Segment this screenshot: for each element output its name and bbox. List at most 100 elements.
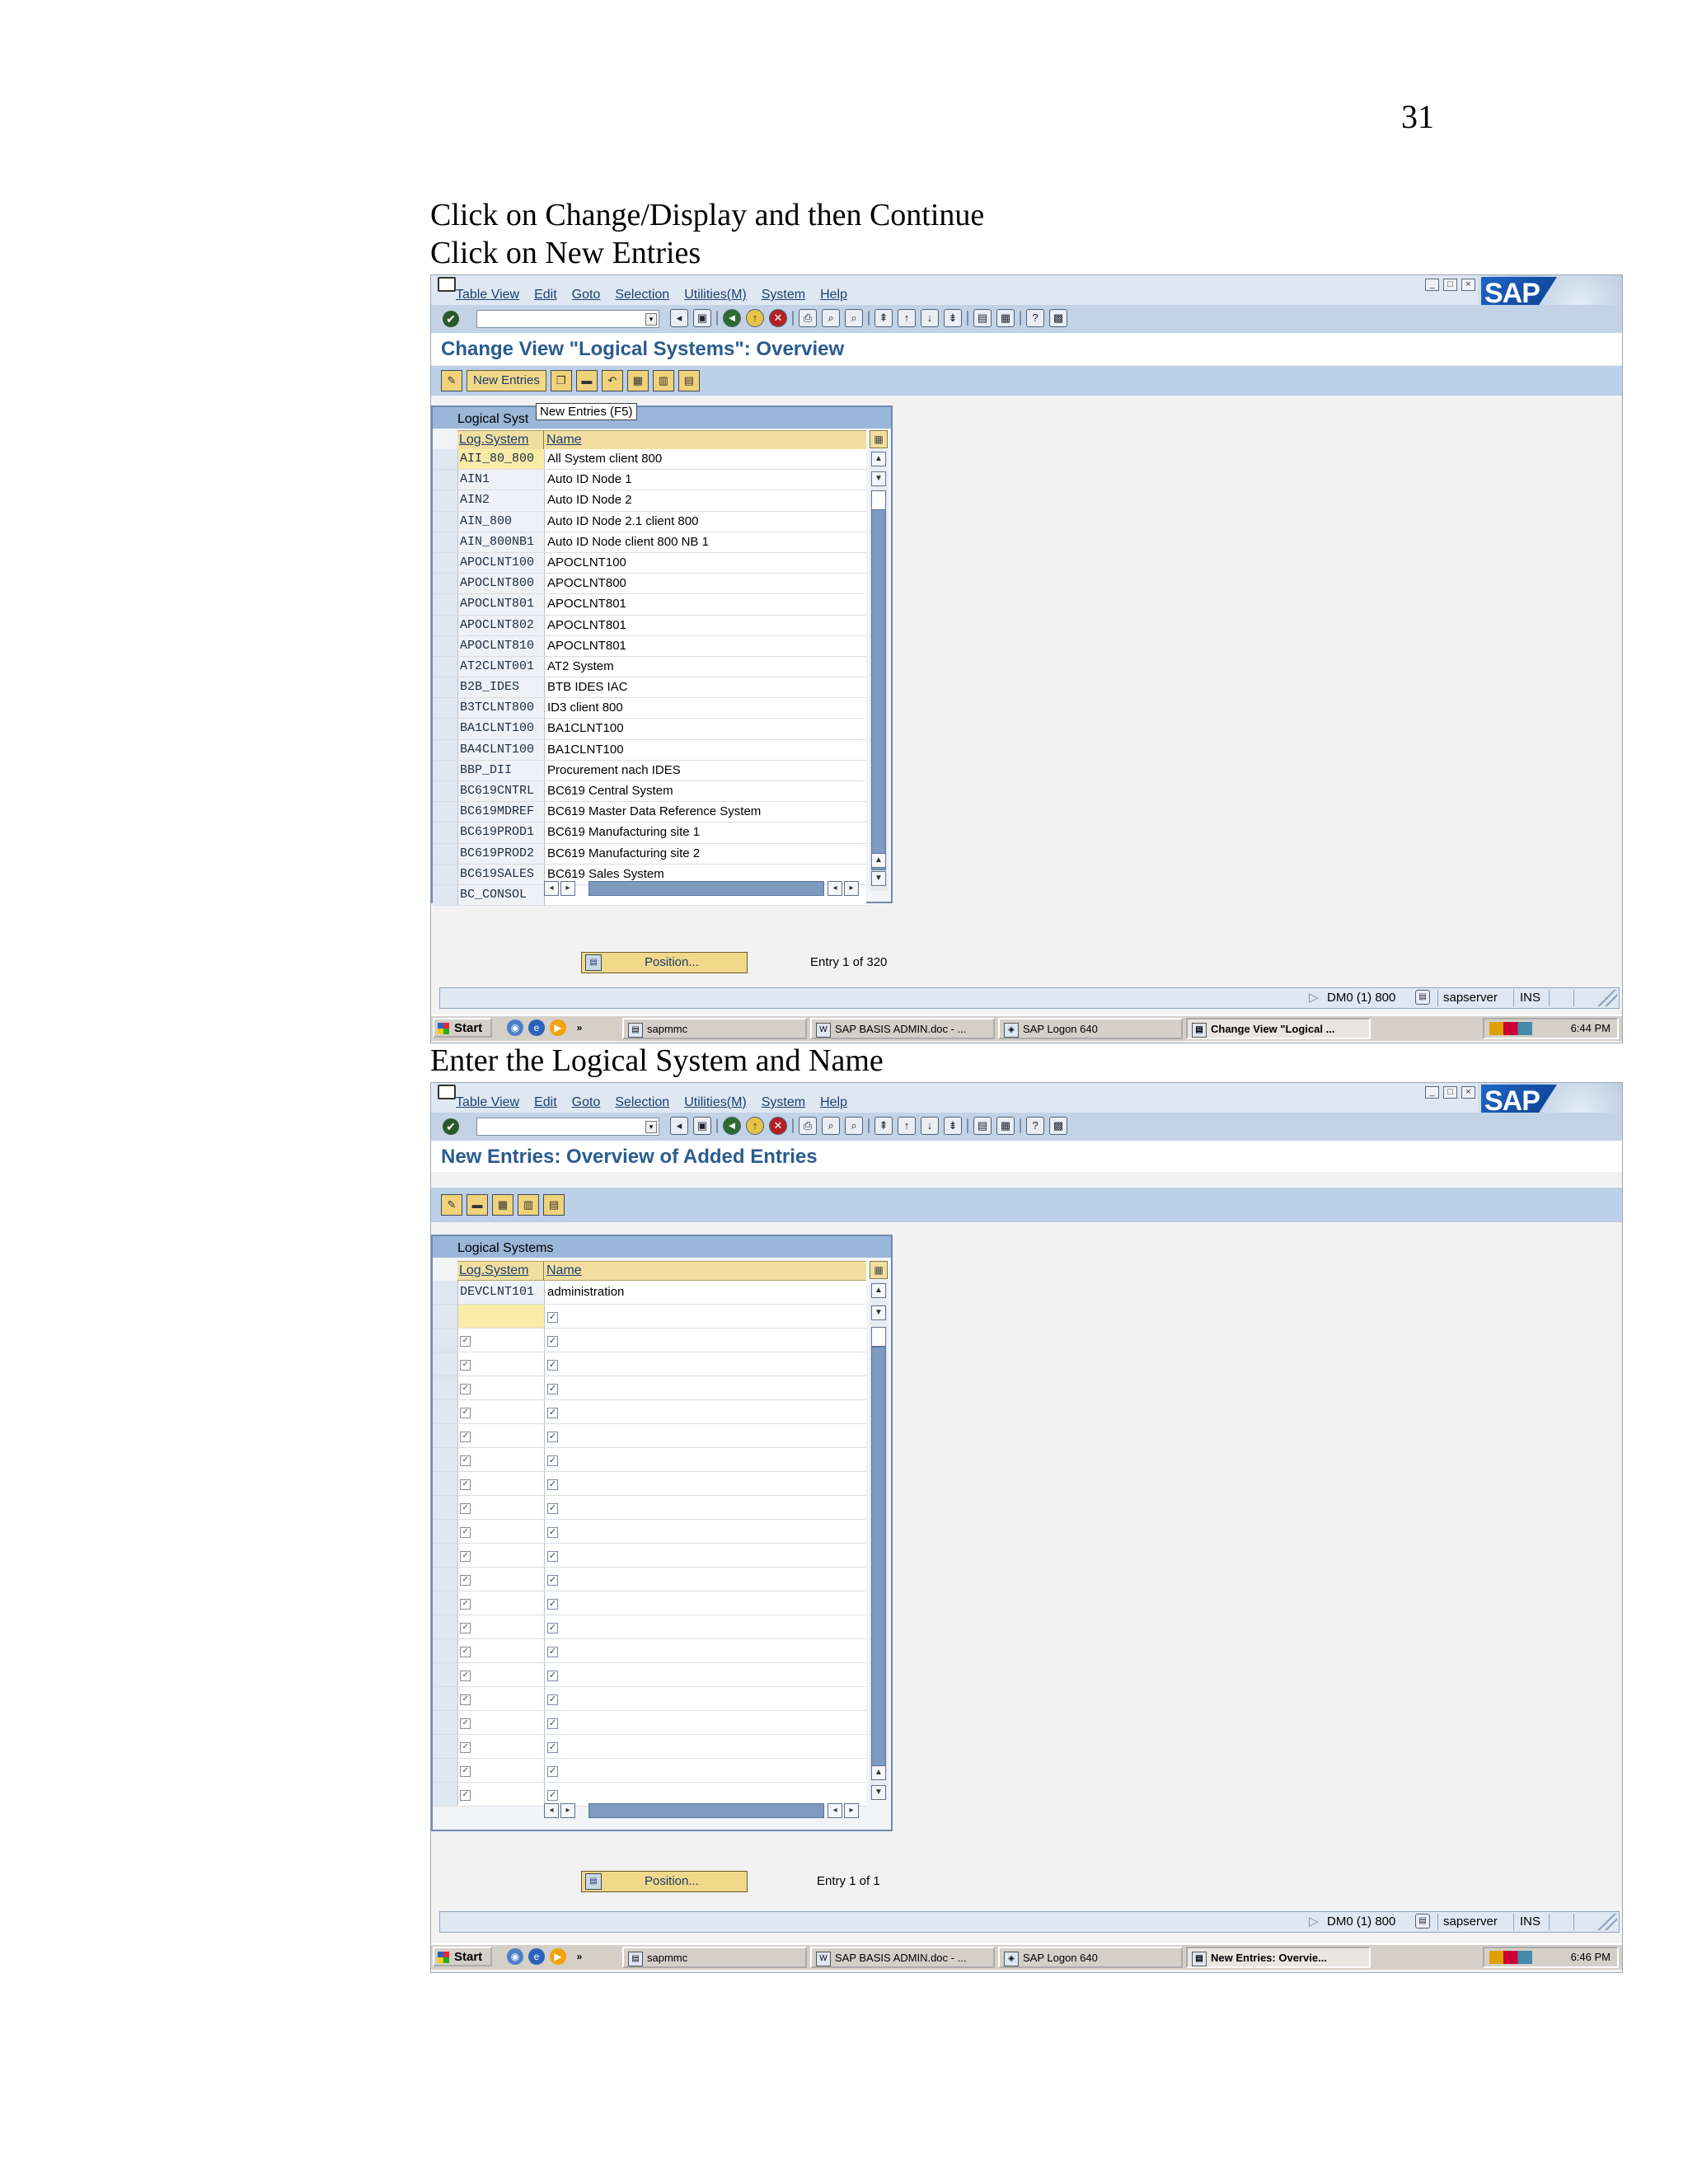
maximize-icon[interactable]: □	[1443, 279, 1457, 291]
log-system-input[interactable]: ✓	[458, 1663, 545, 1686]
table-row[interactable]: ✓ ✓	[433, 1759, 866, 1783]
browser-icon[interactable]: e	[528, 1019, 545, 1036]
delete-icon[interactable]: ▬	[467, 1194, 488, 1216]
scroll-right-icon[interactable]: ▸	[560, 1803, 575, 1818]
position-button[interactable]: ▤ Position...	[581, 1871, 748, 1892]
table-row[interactable]: ✓ ✓	[433, 1448, 866, 1472]
scroll-up-icon[interactable]: ▲	[871, 452, 886, 466]
scroll-up-icon[interactable]: ▲	[871, 853, 886, 868]
name-input[interactable]: ✓	[545, 1663, 866, 1686]
menu-item-system[interactable]: System	[762, 1095, 805, 1110]
row-selector[interactable]	[433, 532, 458, 552]
table-row[interactable]: ✓ ✓	[433, 1520, 866, 1544]
table-row[interactable]: ✓ ✓	[433, 1352, 866, 1376]
name-input[interactable]: administration	[545, 1281, 866, 1304]
table-row[interactable]: ✓ ✓	[433, 1424, 866, 1448]
row-selector[interactable]	[433, 615, 458, 635]
table-row[interactable]: ✓ ✓	[433, 1376, 866, 1400]
scroll-up-icon[interactable]: ▲	[871, 1283, 886, 1298]
menu-item-utilities-m[interactable]: Utilities(M)	[684, 1095, 747, 1110]
undo-change-icon[interactable]: ↶	[601, 370, 623, 391]
row-selector[interactable]	[433, 719, 458, 739]
row-selector[interactable]	[433, 470, 458, 490]
scroll-right-icon[interactable]: ▸	[844, 881, 859, 896]
table-row[interactable]: APOCLNT810 APOCLNT801	[433, 635, 866, 657]
select-block-icon[interactable]: ▥	[518, 1194, 539, 1216]
enter-icon[interactable]: ✔	[443, 1118, 459, 1135]
more-icon[interactable]: »	[571, 1019, 588, 1036]
table-row[interactable]: AIN_800NB1 Auto ID Node client 800 NB 1	[433, 532, 866, 553]
scroll-right-icon[interactable]: ▸	[560, 881, 575, 896]
row-selector[interactable]	[433, 1615, 458, 1638]
delete-icon[interactable]: ▬	[575, 370, 598, 391]
table-row[interactable]: BC619MDREF BC619 Master Data Reference Sy…	[433, 802, 866, 823]
table-row[interactable]: AIN_800 Auto ID Node 2.1 client 800	[433, 511, 866, 532]
select-all-icon[interactable]: ▦	[492, 1194, 513, 1216]
scroll-left-icon[interactable]: ◂	[828, 881, 842, 896]
row-selector[interactable]	[433, 1687, 458, 1710]
table-row[interactable]: AII_80_800 All System client 800	[433, 449, 866, 471]
column-header-log-system[interactable]: Log.System	[457, 431, 544, 449]
row-selector[interactable]	[433, 802, 458, 823]
row-selector[interactable]	[433, 552, 458, 574]
media-player-icon[interactable]: ▶	[550, 1019, 566, 1036]
table-row[interactable]: BA1CLNT100 BA1CLNT100	[433, 719, 866, 740]
desktop-icon[interactable]: ◉	[507, 1019, 523, 1036]
name-input[interactable]: ✓	[545, 1424, 866, 1447]
resize-grip-icon[interactable]	[1597, 1914, 1617, 1930]
row-selector[interactable]	[433, 574, 458, 594]
save-icon[interactable]: ▣	[693, 309, 711, 327]
table-row[interactable]: ✓ ✓	[433, 1735, 866, 1759]
row-selector[interactable]	[433, 449, 458, 470]
find-icon[interactable]: ⌕	[822, 1117, 840, 1135]
name-input[interactable]: ✓	[545, 1329, 866, 1352]
name-input[interactable]: ✓	[545, 1520, 866, 1543]
log-system-input[interactable]: ✓	[458, 1496, 545, 1519]
table-row[interactable]: AIN1 Auto ID Node 1	[433, 470, 866, 491]
system-menu-icon[interactable]	[438, 277, 456, 292]
name-input[interactable]: ✓	[545, 1352, 866, 1376]
menu-item-selection[interactable]: Selection	[615, 288, 669, 302]
menu-item-edit[interactable]: Edit	[534, 1095, 557, 1110]
table-row[interactable]: ✓ ✓	[433, 1591, 866, 1615]
row-selector[interactable]	[433, 1759, 458, 1782]
previous-page-icon[interactable]: ↑	[898, 1117, 916, 1135]
system-info-icon[interactable]: ▤	[1415, 1914, 1430, 1929]
scroll-thumb[interactable]	[588, 881, 824, 896]
log-system-input[interactable]: ✓	[458, 1615, 545, 1638]
maximize-icon[interactable]: □	[1443, 1086, 1457, 1099]
row-selector[interactable]	[433, 864, 458, 884]
chevron-down-icon[interactable]: ▾	[645, 313, 657, 326]
table-row[interactable]: DEVCLNT101 administration	[433, 1281, 866, 1305]
row-selector[interactable]	[433, 1711, 458, 1734]
row-selector[interactable]	[433, 1352, 458, 1376]
table-row[interactable]: ✓	[433, 1305, 866, 1329]
taskbar-item[interactable]: W SAP BASIS ADMIN.doc - ...	[810, 1018, 995, 1039]
table-row[interactable]: ✓ ✓	[433, 1711, 866, 1735]
table-row[interactable]: BBP_DII Procurement nach IDES	[433, 760, 866, 781]
row-selector[interactable]	[433, 823, 458, 843]
row-selector[interactable]	[433, 1591, 458, 1615]
last-page-icon[interactable]: ⇟	[944, 1117, 962, 1135]
save-icon[interactable]: ▣	[693, 1117, 711, 1135]
new-session-icon[interactable]: ▤	[973, 1117, 992, 1135]
tray-icons[interactable]	[1489, 1951, 1532, 1964]
table-row[interactable]: AIN2 Auto ID Node 2	[433, 490, 866, 512]
table-row[interactable]: B2B_IDES BTB IDES IAC	[433, 677, 866, 699]
history-icon[interactable]: ◂	[670, 1117, 688, 1135]
select-block-icon[interactable]: ▥	[652, 370, 674, 391]
row-selector[interactable]	[433, 1639, 458, 1662]
row-selector[interactable]	[433, 1376, 458, 1399]
row-selector[interactable]	[433, 739, 458, 760]
taskbar-item[interactable]: ▤ sapmmc	[622, 1947, 807, 1968]
scroll-down-icon[interactable]: ▼	[871, 871, 886, 886]
taskbar-item[interactable]: ◈ SAP Logon 640	[998, 1018, 1183, 1039]
name-input[interactable]: ✓	[545, 1496, 866, 1519]
column-header-name[interactable]: Name	[544, 431, 866, 449]
row-selector[interactable]	[433, 490, 458, 511]
row-selector[interactable]	[433, 594, 458, 615]
name-input[interactable]: ✓	[545, 1615, 866, 1638]
row-selector[interactable]	[433, 884, 458, 906]
browser-icon[interactable]: e	[528, 1948, 545, 1965]
menu-item-goto[interactable]: Goto	[572, 288, 601, 302]
